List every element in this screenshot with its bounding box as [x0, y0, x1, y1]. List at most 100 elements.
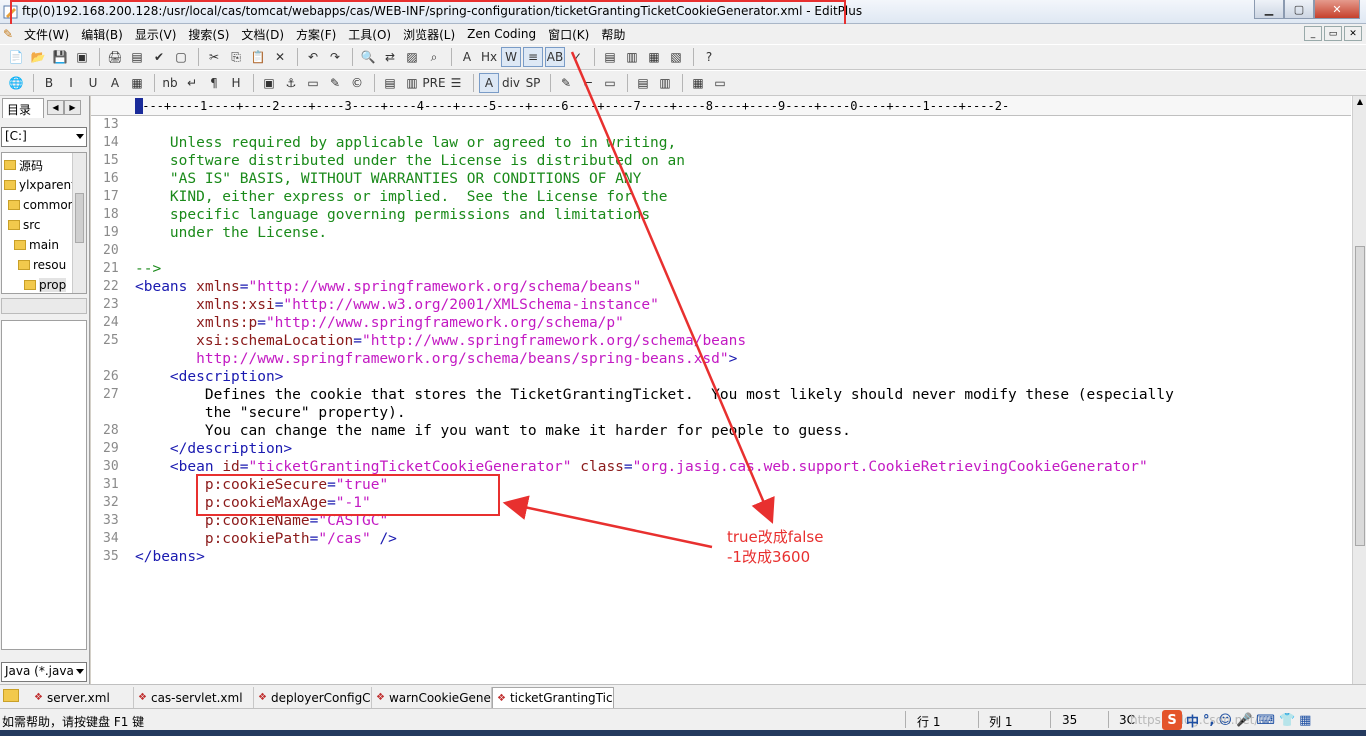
- toolbar-icon[interactable]: ✓: [567, 47, 587, 67]
- toolbar-icon[interactable]: H: [226, 73, 246, 93]
- tree-item-folder[interactable]: src: [8, 215, 41, 235]
- toolbar-icon[interactable]: ⇄: [380, 47, 400, 67]
- toolbar-icon[interactable]: 💾: [50, 47, 70, 67]
- code-line[interactable]: 34 p:cookiePath="/cas" />: [91, 530, 1351, 548]
- menu-file[interactable]: 文件(W): [18, 26, 75, 43]
- code-line[interactable]: 23 xmlns:xsi="http://www.w3.org/2001/XML…: [91, 296, 1351, 314]
- document-tab[interactable]: ❖ ticketGrantingTic: [492, 687, 614, 708]
- file-list[interactable]: [1, 320, 87, 650]
- toolbar-icon[interactable]: ✂: [204, 47, 224, 67]
- menu-search[interactable]: 搜索(S): [182, 26, 235, 43]
- toolbar-icon[interactable]: ▤: [600, 47, 620, 67]
- toolbar-icon[interactable]: ▢: [171, 47, 191, 67]
- toolbar-icon[interactable]: A: [479, 73, 499, 93]
- code-line[interactable]: 14 Unless required by applicable law or …: [91, 134, 1351, 152]
- toolbar-icon[interactable]: ▥: [655, 73, 675, 93]
- code-line[interactable]: 21 -->: [91, 260, 1351, 278]
- ime-button[interactable]: 中: [1186, 711, 1199, 730]
- toolbar-icon[interactable]: ▨: [402, 47, 422, 67]
- toolbar-icon[interactable]: AB: [545, 47, 565, 67]
- tab-scroll-right-button[interactable]: ▶: [64, 100, 81, 115]
- toolbar-icon[interactable]: 🌐: [6, 73, 26, 93]
- code-line[interactable]: http://www.springframework.org/schema/be…: [91, 350, 1351, 368]
- toolbar-icon[interactable]: ▤: [633, 73, 653, 93]
- document-tab[interactable]: ❖ server.xml: [30, 687, 134, 708]
- document-tab[interactable]: ❖ warnCookieGene: [372, 687, 492, 708]
- ime-button[interactable]: ▦: [1299, 713, 1311, 728]
- toolbar-icon[interactable]: 📂: [28, 47, 48, 67]
- menu-view[interactable]: 显示(V): [129, 26, 183, 43]
- ime-button[interactable]: 👕: [1279, 713, 1295, 728]
- code-line[interactable]: 29 </description>: [91, 440, 1351, 458]
- code-line[interactable]: the "secure" property).: [91, 404, 1351, 422]
- toolbar-icon[interactable]: A: [457, 47, 477, 67]
- toolbar-icon[interactable]: ▧: [666, 47, 686, 67]
- toolbar-icon[interactable]: ⚓: [281, 73, 301, 93]
- code-line[interactable]: 13: [91, 116, 1351, 134]
- menu-zen-coding[interactable]: Zen Coding: [461, 27, 542, 41]
- ime-button[interactable]: 🎤: [1236, 713, 1252, 728]
- scrollbar-thumb[interactable]: [1355, 246, 1365, 546]
- toolbar-icon[interactable]: ▭: [303, 73, 323, 93]
- toolbar-icon[interactable]: ⌐: [578, 73, 598, 93]
- tree-item-folder[interactable]: common: [8, 195, 75, 215]
- code-line[interactable]: 22 <beans xmlns="http://www.springframewo…: [91, 278, 1351, 296]
- toolbar-icon[interactable]: nb: [160, 73, 180, 93]
- toolbar-icon[interactable]: ▤: [380, 73, 400, 93]
- mdi-close-button[interactable]: ✕: [1344, 26, 1362, 41]
- code-line[interactable]: 27 Defines the cookie that stores the Ti…: [91, 386, 1351, 404]
- code-line[interactable]: 25 xsi:schemaLocation="http://www.spring…: [91, 332, 1351, 350]
- code-line[interactable]: 20: [91, 242, 1351, 260]
- code-line[interactable]: 26 <description>: [91, 368, 1351, 386]
- menu-help[interactable]: 帮助: [595, 26, 631, 43]
- menu-edit[interactable]: 编辑(B): [75, 26, 129, 43]
- tree-item-folder[interactable]: 源码: [4, 155, 43, 175]
- tree-item-folder[interactable]: main: [14, 235, 59, 255]
- toolbar-icon[interactable]: ©: [347, 73, 367, 93]
- tree-item-folder-selected[interactable]: prop: [24, 275, 67, 293]
- tree-item-folder[interactable]: ylxparent: [4, 175, 76, 195]
- toolbar-icon[interactable]: ✕: [270, 47, 290, 67]
- toolbar-icon[interactable]: SP: [523, 73, 543, 93]
- scroll-up-icon[interactable]: ▲: [1354, 97, 1366, 111]
- code-line[interactable]: 35 </beans>: [91, 548, 1351, 566]
- toolbar-icon[interactable]: ✔: [149, 47, 169, 67]
- scrollbar-thumb[interactable]: [75, 193, 84, 243]
- toolbar-icon[interactable]: 🖨: [105, 47, 125, 67]
- toolbar-icon[interactable]: ▭: [710, 73, 730, 93]
- toolbar-icon[interactable]: ↶: [303, 47, 323, 67]
- toolbar-icon[interactable]: 📄: [6, 47, 26, 67]
- tab-directory[interactable]: 目录: [2, 98, 44, 118]
- menu-window[interactable]: 窗口(K): [542, 26, 595, 43]
- folder-tree[interactable]: 源码 ylxparent common src main resou prop: [1, 152, 87, 294]
- tree-vertical-scrollbar[interactable]: [72, 153, 86, 293]
- toolbar-icon[interactable]: ▦: [688, 73, 708, 93]
- toolbar-icon[interactable]: ↵: [182, 73, 202, 93]
- sogou-ime-logo[interactable]: S: [1162, 710, 1182, 730]
- toolbar-icon[interactable]: ▥: [402, 73, 422, 93]
- toolbar-icon[interactable]: ?: [699, 47, 719, 67]
- ime-button[interactable]: ☺: [1218, 713, 1232, 728]
- toolbar-icon[interactable]: A: [105, 73, 125, 93]
- maximize-button[interactable]: ▢: [1284, 0, 1314, 19]
- mdi-minimize-button[interactable]: _: [1304, 26, 1322, 41]
- toolbar-icon[interactable]: ▦: [127, 73, 147, 93]
- toolbar-icon[interactable]: ▣: [72, 47, 92, 67]
- editor-vertical-scrollbar[interactable]: ▲: [1352, 96, 1366, 684]
- toolbar-icon[interactable]: I: [61, 73, 81, 93]
- toolbar-icon[interactable]: W: [501, 47, 521, 67]
- tab-scroll-left-button[interactable]: ◀: [47, 100, 64, 115]
- menu-browser[interactable]: 浏览器(L): [397, 26, 461, 43]
- tree-item-folder[interactable]: resou: [18, 255, 66, 275]
- toolbar-icon[interactable]: ⌕: [424, 47, 444, 67]
- code-line[interactable]: 16 "AS IS" BASIS, WITHOUT WARRANTIES OR …: [91, 170, 1351, 188]
- toolbar-icon[interactable]: ≡: [523, 47, 543, 67]
- toolbar-icon[interactable]: ▦: [644, 47, 664, 67]
- toolbar-icon[interactable]: ☰: [446, 73, 466, 93]
- toolbar-icon[interactable]: PRE: [422, 73, 445, 93]
- toolbar-icon[interactable]: ↷: [325, 47, 345, 67]
- ime-button[interactable]: ⌨: [1256, 713, 1275, 728]
- code-line[interactable]: 28 You can change the name if you want t…: [91, 422, 1351, 440]
- minimize-button[interactable]: ▁: [1254, 0, 1284, 19]
- code-line[interactable]: 18 specific language governing permissio…: [91, 206, 1351, 224]
